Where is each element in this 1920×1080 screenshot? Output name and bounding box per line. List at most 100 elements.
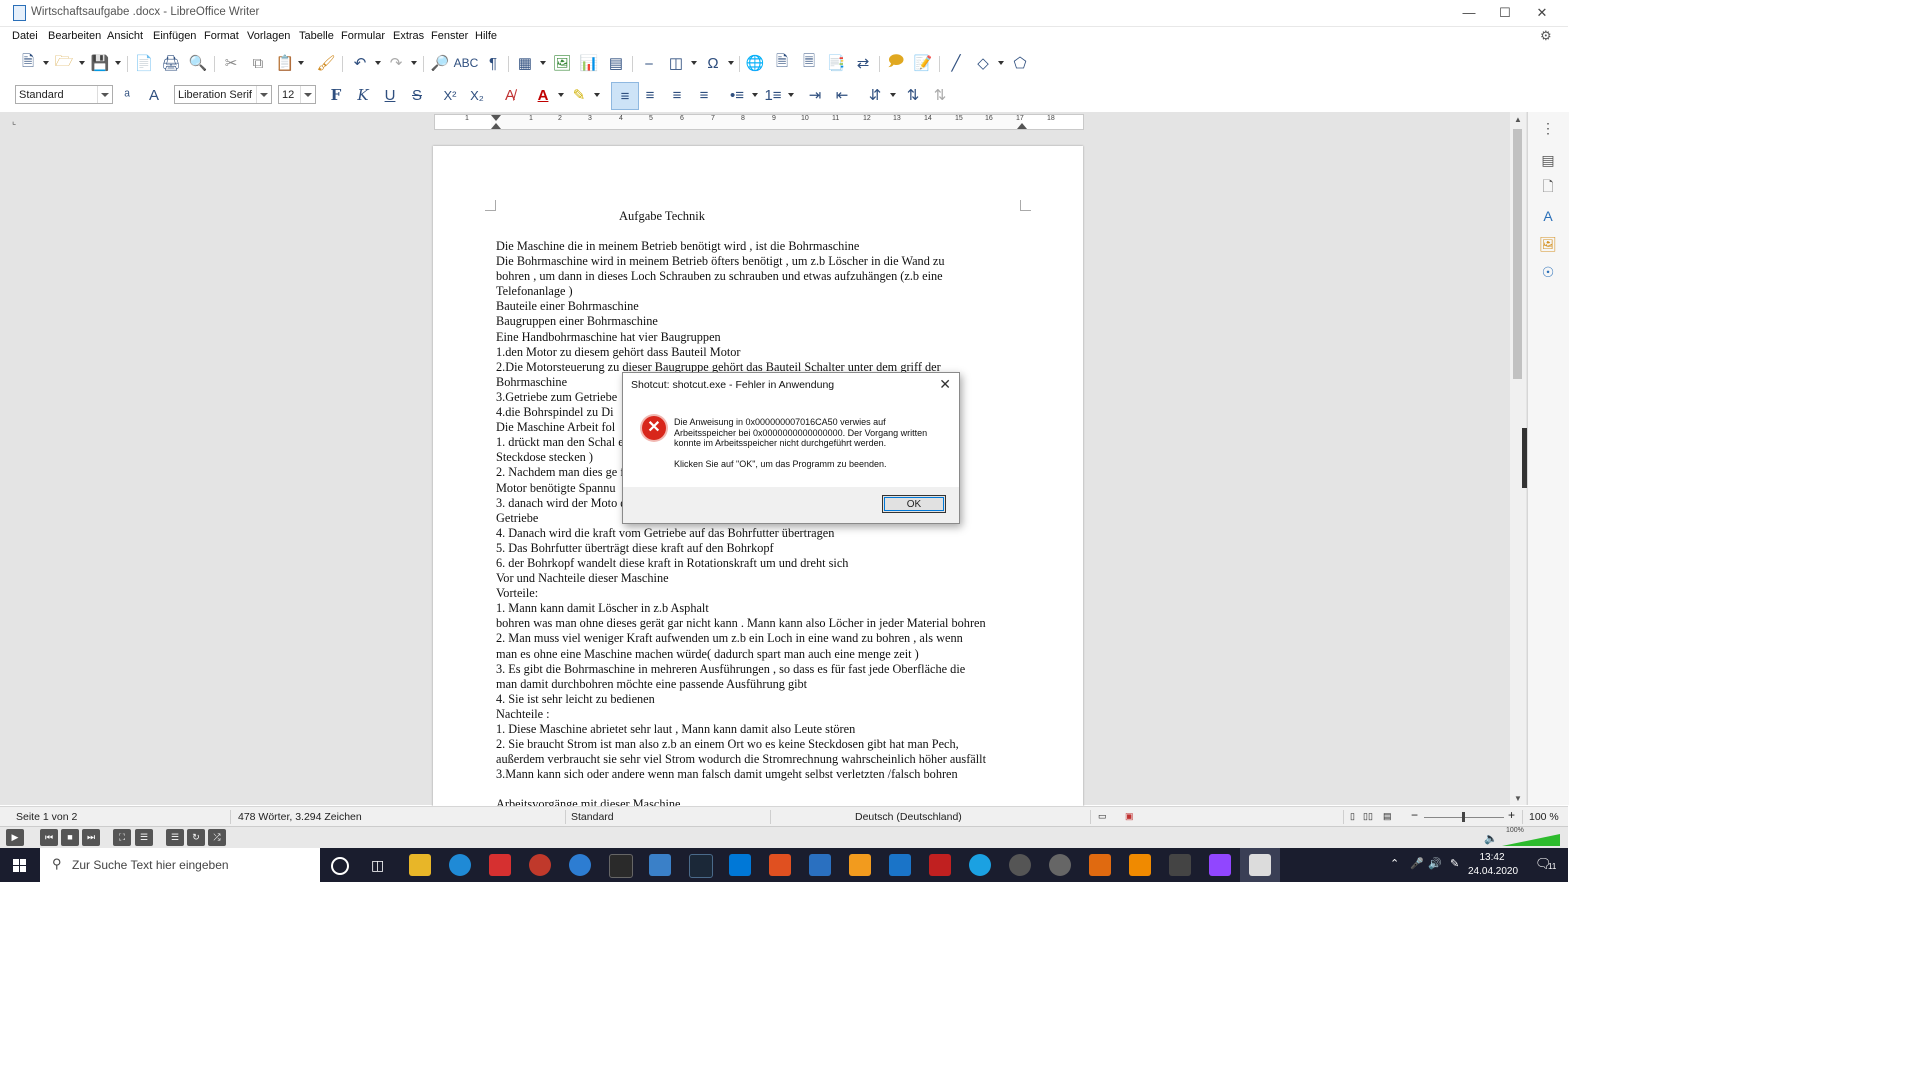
loop-icon[interactable]: ↻ <box>187 829 205 846</box>
insert-textbox-icon[interactable]: ▤ <box>606 53 626 73</box>
copy-icon[interactable]: ⧉ <box>248 53 268 73</box>
align-left-icon[interactable]: ≡ <box>611 82 639 110</box>
thunderbird-icon[interactable] <box>569 854 591 876</box>
spelling-icon[interactable]: ABC <box>454 53 479 73</box>
styles-icon[interactable]: A <box>1538 206 1558 226</box>
redo-icon[interactable]: ↷ <box>386 53 406 73</box>
undo-dropdown[interactable] <box>375 61 383 67</box>
twitch-icon[interactable] <box>1209 854 1231 876</box>
page-break-icon[interactable]: ⎯ <box>639 53 659 73</box>
microphone-icon[interactable]: 🎤 <box>1410 857 1424 870</box>
insert-table-icon[interactable]: ▦ <box>515 53 535 73</box>
paste-icon[interactable]: 📋 <box>275 53 295 73</box>
highlight-dropdown[interactable] <box>594 93 602 99</box>
align-right-icon[interactable]: ≡ <box>667 85 687 105</box>
red-app-icon[interactable] <box>489 854 511 876</box>
office-icon[interactable] <box>649 854 671 876</box>
justify-icon[interactable]: ≡ <box>694 85 714 105</box>
decrease-paragraph-spacing-icon[interactable]: ⇅ <box>930 85 950 105</box>
shapes-dropdown[interactable] <box>998 61 1006 67</box>
clear-formatting-icon[interactable]: A̸ <box>500 85 520 105</box>
tray-expand-icon[interactable]: ⌃ <box>1390 857 1399 870</box>
bold-icon[interactable]: F <box>326 85 346 105</box>
shotcut-taskbar-button[interactable] <box>1240 848 1280 882</box>
cortana-icon[interactable] <box>331 857 349 875</box>
sidebar-menu-icon[interactable]: ⋮ <box>1538 118 1558 138</box>
insert-mode-icon[interactable]: ▭ <box>1098 811 1107 822</box>
font-color-icon[interactable]: A <box>533 85 553 105</box>
underline-icon[interactable]: U <box>380 85 400 105</box>
menu-vorlagen[interactable]: Vorlagen <box>247 30 290 42</box>
insert-image-icon[interactable]: 🖼 <box>552 53 572 73</box>
bookmark-icon[interactable]: 📑 <box>826 53 846 73</box>
cross-reference-icon[interactable]: ⇄ <box>853 53 873 73</box>
globe-icon[interactable]: ⚙ <box>1540 28 1552 44</box>
volume-icon[interactable]: 🔈 <box>1484 832 1498 845</box>
word-count[interactable]: 478 Wörter, 3.294 Zeichen <box>238 811 362 823</box>
new-style-icon[interactable]: A <box>144 85 164 105</box>
page-style[interactable]: Standard <box>571 811 614 823</box>
menu-format[interactable]: Format <box>204 30 239 42</box>
gallery-icon[interactable]: 🖼 <box>1538 234 1558 254</box>
menu-fenster[interactable]: Fenster <box>431 30 468 42</box>
zoom-slider-thumb[interactable] <box>1462 812 1465 822</box>
close-window-button[interactable]: ✕ <box>1523 0 1561 26</box>
right-indent-marker[interactable] <box>1017 123 1027 129</box>
skip-previous-icon[interactable]: ⏮ <box>40 829 58 846</box>
bandicam-icon[interactable] <box>769 854 791 876</box>
basic-shapes-icon[interactable]: ◇ <box>973 53 993 73</box>
table-dropdown[interactable] <box>540 61 548 67</box>
save-icon[interactable]: 💾 <box>90 53 110 73</box>
save-dropdown[interactable] <box>115 61 123 67</box>
insert-chart-icon[interactable]: 📊 <box>579 53 599 73</box>
ok-button[interactable]: OK <box>882 495 946 513</box>
find-replace-icon[interactable]: 🔎 <box>430 53 450 73</box>
properties-icon[interactable]: ▤ <box>1538 150 1558 170</box>
language-indicator[interactable]: Deutsch (Deutschland) <box>855 811 962 823</box>
volume-slider[interactable] <box>1502 834 1560 846</box>
stop-icon[interactable]: ■ <box>61 829 79 846</box>
single-page-view-icon[interactable]: ▯ <box>1350 811 1355 822</box>
highlight-icon[interactable]: ✎ <box>569 85 589 105</box>
edge-legacy-icon[interactable] <box>889 854 911 876</box>
filezilla-icon[interactable] <box>929 854 951 876</box>
play-icon[interactable]: ▶ <box>6 829 24 846</box>
numbered-dropdown[interactable] <box>788 93 796 99</box>
skip-next-icon[interactable]: ⏭ <box>82 829 100 846</box>
page-count[interactable]: Seite 1 von 2 <box>16 811 77 823</box>
book-view-icon[interactable]: ▤ <box>1383 811 1392 822</box>
horizontal-ruler[interactable]: 1 1 2 3 4 5 6 7 8 9 10 11 12 13 14 15 16… <box>434 114 1084 130</box>
track-changes-icon[interactable]: 📝 <box>913 53 933 73</box>
increase-paragraph-spacing-icon[interactable]: ⇅ <box>903 85 923 105</box>
line-spacing-dropdown[interactable] <box>890 93 898 99</box>
increase-indent-icon[interactable]: ⇥ <box>805 85 825 105</box>
navigator-icon[interactable]: ☉ <box>1538 262 1558 282</box>
speaker-icon[interactable]: 🔊 <box>1428 857 1442 870</box>
task-view-icon[interactable]: ◫ <box>371 857 384 874</box>
special-character-dropdown[interactable] <box>728 61 736 67</box>
page-icon[interactable]: 🗋 <box>1538 178 1558 198</box>
menu-formular[interactable]: Formular <box>341 30 385 42</box>
taskbar-search-box[interactable]: ⚲ Zur Suche Text hier eingeben <box>40 848 320 882</box>
bullet-list-icon[interactable]: •≡ <box>727 85 747 105</box>
audio-app-icon[interactable] <box>1089 854 1111 876</box>
formatting-marks-icon[interactable]: ¶ <box>483 53 503 73</box>
rocket-icon[interactable] <box>1009 854 1031 876</box>
export-pdf-icon[interactable]: 📄 <box>134 53 154 73</box>
comment-icon[interactable]: 🗩 <box>886 53 906 73</box>
insert-field-icon[interactable]: ◫ <box>666 53 686 73</box>
menu-extras[interactable]: Extras <box>393 30 424 42</box>
paragraph-style-combo[interactable]: Standard <box>15 85 113 104</box>
windows-start-icon[interactable] <box>0 848 40 882</box>
endnote-icon[interactable]: 🗏 <box>799 53 819 73</box>
taskbar-clock[interactable]: 13:42 24.04.2020 <box>1468 851 1518 879</box>
line-icon[interactable]: ╱ <box>946 53 966 73</box>
calculator-icon[interactable] <box>1169 854 1191 876</box>
dialog-close-icon[interactable]: ✕ <box>939 376 951 393</box>
font-name-combo[interactable]: Liberation Serif <box>174 85 272 104</box>
field-dropdown[interactable] <box>691 61 699 67</box>
line-spacing-icon[interactable]: ⇵ <box>865 85 885 105</box>
redo-dropdown[interactable] <box>411 61 419 67</box>
numbered-list-icon[interactable]: 1≡ <box>763 85 783 105</box>
ccleaner-icon[interactable] <box>529 854 551 876</box>
